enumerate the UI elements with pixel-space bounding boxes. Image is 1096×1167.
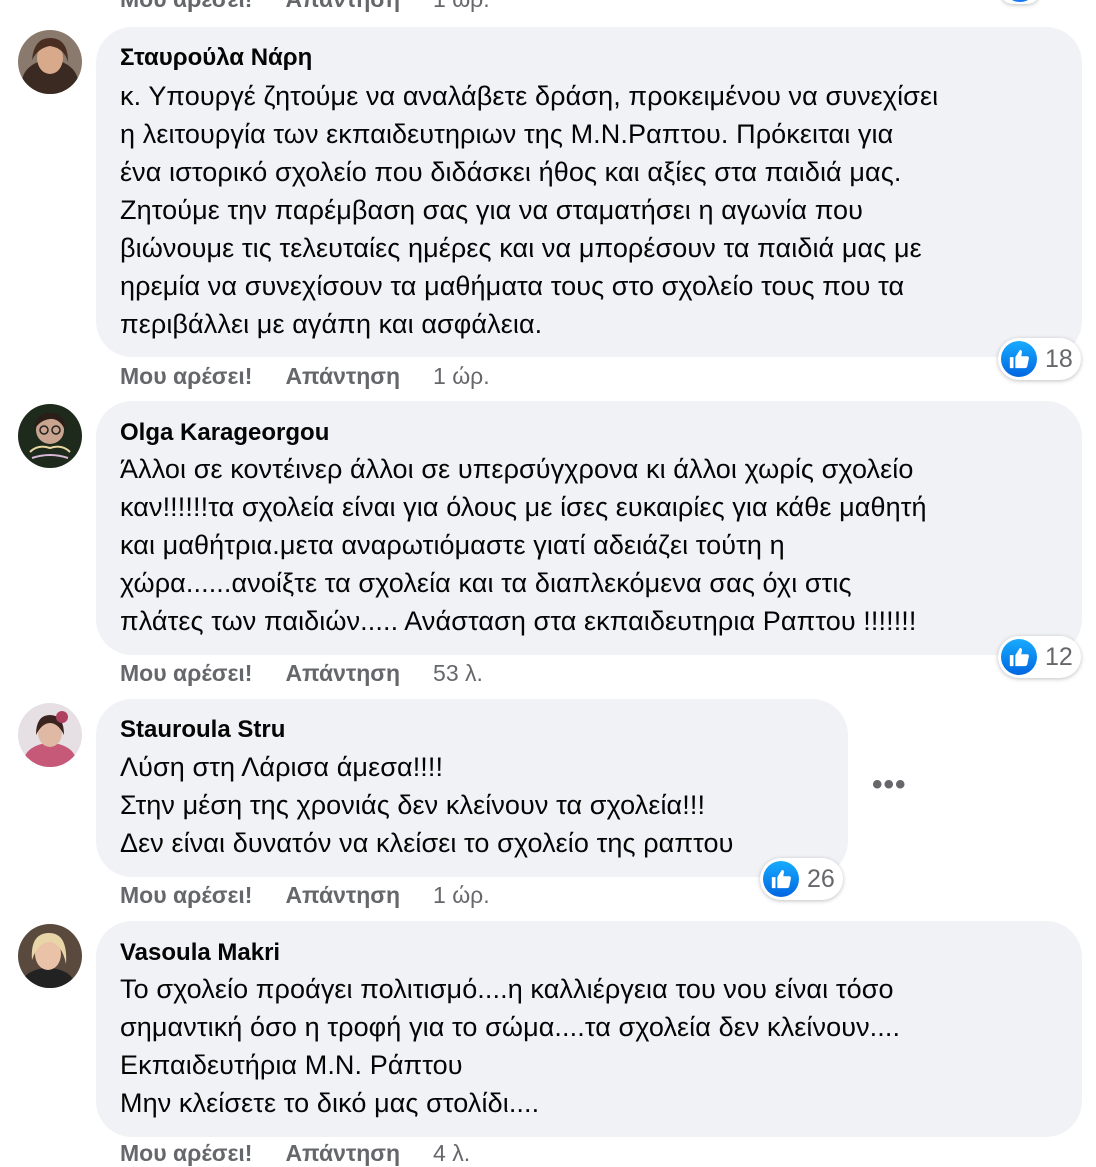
comment-bubble: Stauroula Stru Λύση στη Λάρισα άμεσα!!!!… — [96, 699, 848, 877]
comment-text: κ. Υπουργέ ζητούμε να αναλάβετε δράση, π… — [120, 81, 939, 339]
like-action[interactable]: Μου αρέσει! — [120, 882, 252, 909]
comment-time[interactable]: 1 ώρ. — [433, 363, 490, 390]
avatar[interactable] — [18, 30, 82, 94]
comment-actions: Μου αρέσει! Απάντηση 53 λ. — [120, 660, 516, 687]
reaction-badge[interactable]: 26 — [760, 858, 843, 900]
comment-time[interactable]: 4 λ. — [433, 1140, 470, 1167]
avatar[interactable] — [18, 924, 82, 988]
comment-text: Άλλοι σε κοντέινερ άλλοι σε υπερσύγχρονα… — [120, 454, 927, 636]
reply-action[interactable]: Απάντηση — [285, 0, 400, 13]
comment-time[interactable]: 1 ώρ. — [433, 0, 490, 13]
comment-author[interactable]: Σταυρούλα Νάρη — [120, 44, 312, 72]
like-icon — [1001, 341, 1037, 377]
comment-bubble: Σταυρούλα Νάρη κ. Υπουργέ ζητούμε να ανα… — [96, 27, 1082, 357]
comment-actions: Μου αρέσει! Απάντηση 4 λ. — [120, 1140, 503, 1167]
like-action[interactable]: Μου αρέσει! — [120, 660, 252, 687]
reaction-count: 18 — [1045, 344, 1073, 373]
comment-actions: Μου αρέσει! Απάντηση 1 ώρ. — [120, 363, 523, 390]
comment-time[interactable]: 1 ώρ. — [433, 882, 490, 909]
avatar-photo — [18, 924, 82, 988]
avatar-photo — [18, 30, 82, 94]
like-icon — [763, 861, 799, 897]
comment-bubble: Olga Karageorgou Άλλοι σε κοντέινερ άλλο… — [96, 401, 1082, 655]
comment-text: Λύση στη Λάρισα άμεσα!!!! Στην μέση της … — [120, 752, 734, 858]
like-action[interactable]: Μου αρέσει! — [120, 363, 252, 390]
comment-text: Το σχολείο προάγει πολιτισμό....η καλλιέ… — [120, 974, 901, 1118]
avatar-photo — [18, 404, 82, 468]
reaction-badge[interactable]: 12 — [998, 636, 1081, 678]
comment-author[interactable]: Olga Karageorgou — [120, 419, 329, 447]
like-action[interactable]: Μου αρέσει! — [120, 0, 252, 13]
reaction-badge-partial[interactable] — [1000, 0, 1040, 4]
comment-actions-top-partial: Μου αρέσει! Απάντηση 1 ώρ. — [120, 0, 523, 13]
avatar-photo — [18, 703, 82, 767]
reaction-badge[interactable]: 18 — [998, 338, 1081, 380]
more-options-icon[interactable]: ••• — [872, 768, 907, 802]
comment-bubble: Vasoula Makri Το σχολείο προάγει πολιτισ… — [96, 921, 1082, 1137]
comment-actions: Μου αρέσει! Απάντηση 1 ώρ. — [120, 882, 523, 909]
comment-time[interactable]: 53 λ. — [433, 660, 483, 687]
reaction-count: 26 — [807, 864, 835, 893]
avatar[interactable] — [18, 404, 82, 468]
like-icon — [1001, 639, 1037, 675]
reply-action[interactable]: Απάντηση — [285, 363, 400, 390]
reply-action[interactable]: Απάντηση — [285, 882, 400, 909]
like-action[interactable]: Μου αρέσει! — [120, 1140, 252, 1167]
reaction-count: 12 — [1045, 642, 1073, 671]
reply-action[interactable]: Απάντηση — [285, 1140, 400, 1167]
reply-action[interactable]: Απάντηση — [285, 660, 400, 687]
comment-author[interactable]: Vasoula Makri — [120, 939, 280, 967]
comment-author[interactable]: Stauroula Stru — [120, 716, 285, 744]
avatar[interactable] — [18, 703, 82, 767]
